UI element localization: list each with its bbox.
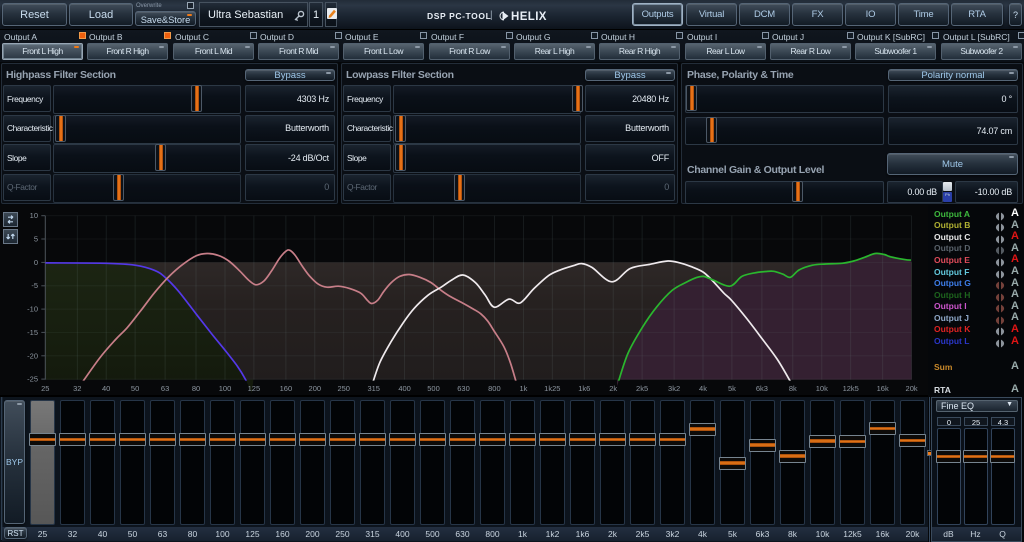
svg-text:8k: 8k: [789, 384, 797, 393]
svg-text:5k: 5k: [728, 384, 736, 393]
svg-text:25: 25: [41, 384, 49, 393]
svg-text:20k: 20k: [906, 384, 918, 393]
svg-text:2k: 2k: [609, 384, 617, 393]
svg-text:16k: 16k: [877, 384, 889, 393]
svg-text:-25: -25: [27, 375, 38, 384]
svg-text:80: 80: [192, 384, 200, 393]
svg-text:100: 100: [219, 384, 232, 393]
svg-text:1k: 1k: [519, 384, 527, 393]
svg-text:40: 40: [102, 384, 110, 393]
svg-text:200: 200: [309, 384, 322, 393]
svg-text:315: 315: [367, 384, 380, 393]
svg-text:3k2: 3k2: [668, 384, 680, 393]
svg-text:6k3: 6k3: [756, 384, 768, 393]
svg-text:160: 160: [280, 384, 293, 393]
svg-text:10k: 10k: [816, 384, 828, 393]
svg-text:12k5: 12k5: [843, 384, 859, 393]
svg-text:63: 63: [161, 384, 169, 393]
svg-text:400: 400: [398, 384, 411, 393]
svg-text:-15: -15: [27, 328, 38, 337]
svg-text:1k25: 1k25: [544, 384, 560, 393]
svg-text:500: 500: [427, 384, 440, 393]
svg-text:800: 800: [488, 384, 501, 393]
svg-text:1k6: 1k6: [578, 384, 590, 393]
svg-text:630: 630: [457, 384, 470, 393]
svg-text:125: 125: [248, 384, 261, 393]
svg-text:-20: -20: [27, 351, 38, 360]
svg-text:50: 50: [131, 384, 139, 393]
svg-text:4k: 4k: [699, 384, 707, 393]
svg-text:-5: -5: [31, 281, 38, 290]
svg-text:2k5: 2k5: [636, 384, 648, 393]
svg-text:250: 250: [337, 384, 350, 393]
svg-text:5: 5: [34, 235, 38, 244]
svg-text:-10: -10: [27, 305, 38, 314]
svg-text:0: 0: [34, 258, 38, 267]
svg-text:10: 10: [30, 211, 38, 220]
svg-text:32: 32: [73, 384, 81, 393]
